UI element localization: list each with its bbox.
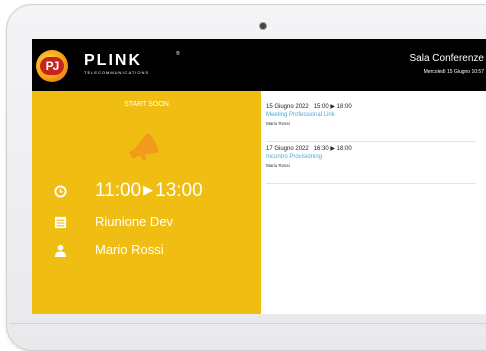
event-organizer: Mario Rossi: [266, 121, 290, 126]
room-name: Sala Conferenze: [409, 53, 485, 64]
event-date: 17 Giugno 2022: [266, 146, 309, 152]
event-datetime: 15 Giugno 2022 15:00 ▶ 18:00: [266, 103, 352, 110]
megaphone-icon: [129, 133, 159, 162]
time-arrow-icon: ▶: [143, 182, 154, 197]
plink-logo-icon: PJ: [36, 50, 68, 82]
time-end: 13:00: [155, 180, 203, 201]
event-title[interactable]: Incontro Provisioning: [266, 154, 322, 160]
event-organizer: Mario Rossi: [266, 163, 290, 168]
current-datetime: Mercoledì 15 Giugno 10:57: [423, 69, 484, 75]
event-time: 15:00 ▶ 18:00: [313, 104, 352, 110]
current-meeting-panel: START SOON 11:00▶13:00 Riunione Dev Ma: [32, 91, 261, 314]
status-label: START SOON: [124, 101, 169, 108]
time-start: 11:00: [95, 180, 142, 201]
clock-icon: [54, 185, 67, 198]
upcoming-schedule-list: 15 Giugno 2022 15:00 ▶ 18:00 Meeting Pro…: [261, 91, 486, 314]
meeting-time: 11:00 ▶ 13:00: [95, 180, 203, 202]
event-datetime: 17 Giugno 2022 16:30 ▶ 18:00: [266, 145, 352, 152]
list-item[interactable]: 15 Giugno 2022 15:00 ▶ 18:00 Meeting Pro…: [266, 103, 476, 142]
calendar-list-icon: [54, 216, 67, 229]
meeting-organizer: Mario Rossi: [95, 242, 164, 257]
meeting-title: Riunione Dev: [95, 214, 174, 229]
header-bar: PJ PLINK ® TELECOMMUNICATIONS Sala Confe…: [32, 39, 486, 91]
event-title[interactable]: Meeting Professional Link: [266, 112, 335, 118]
user-icon: [54, 244, 67, 257]
brand-name: PLINK: [84, 52, 142, 69]
bezel-groove: [10, 323, 486, 324]
front-camera: [260, 23, 266, 29]
logo-monogram: PJ: [40, 57, 64, 75]
event-date: 15 Giugno 2022: [266, 104, 309, 110]
brand-tagline: TELECOMMUNICATIONS: [84, 70, 150, 75]
list-item[interactable]: 17 Giugno 2022 16:30 ▶ 18:00 Incontro Pr…: [266, 145, 476, 184]
registered-mark: ®: [176, 51, 180, 57]
event-time: 16:30 ▶ 18:00: [313, 146, 352, 152]
room-display-screen: PJ PLINK ® TELECOMMUNICATIONS Sala Confe…: [32, 39, 486, 314]
